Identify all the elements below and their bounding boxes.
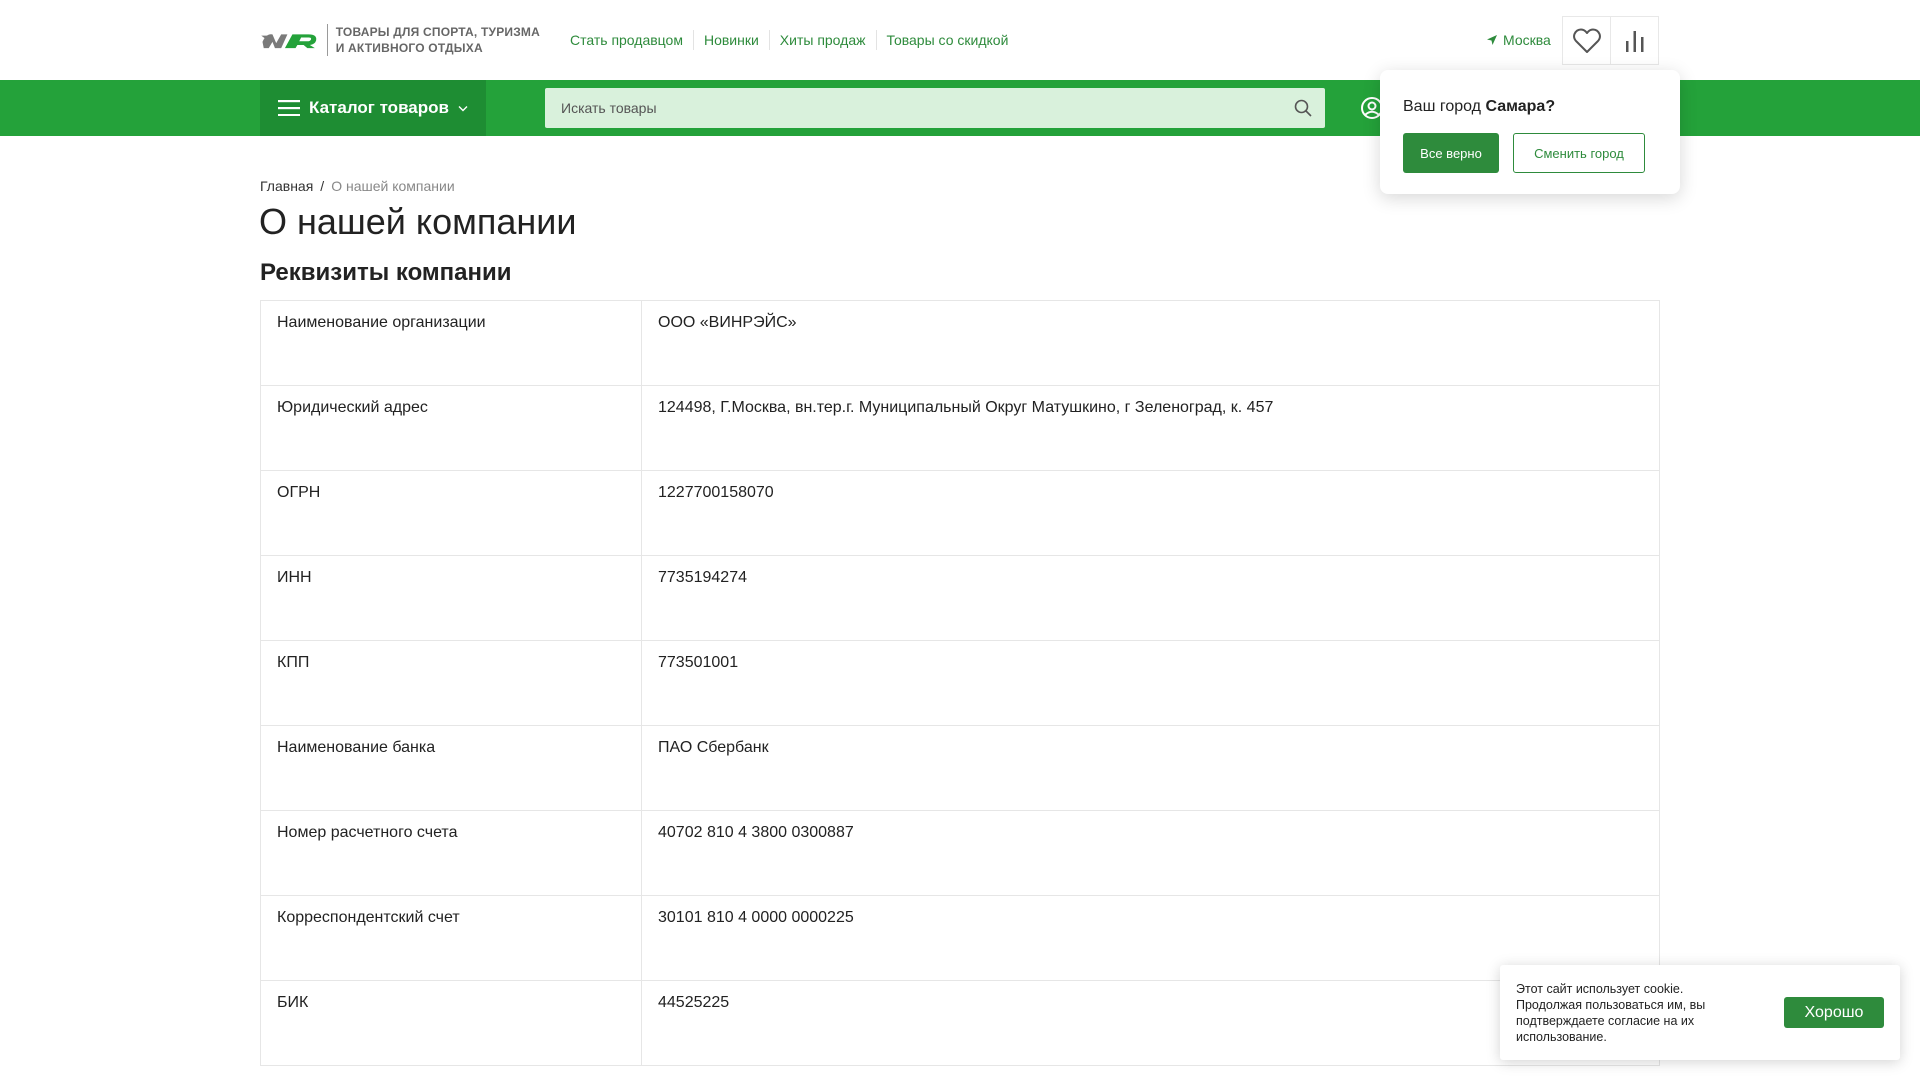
hamburger-icon	[278, 100, 300, 116]
row-key: ОГРН	[260, 470, 642, 556]
table-row: Наименование организации ООО «ВИНРЭЙС»	[260, 300, 1660, 386]
breadcrumb-current: О нашей компании	[331, 178, 455, 194]
city-selector[interactable]: Москва	[1486, 30, 1551, 50]
row-key: КПП	[260, 640, 642, 726]
requisites-table: Наименование организации ООО «ВИНРЭЙС» Ю…	[260, 300, 1660, 1066]
row-key: Наименование организации	[260, 300, 642, 386]
section-title: Реквизиты компании	[260, 259, 512, 286]
compare-button[interactable]	[1610, 16, 1659, 65]
nav-link-discounts[interactable]: Товары со скидкой	[875, 30, 1019, 50]
row-value: ПАО Сбербанк	[641, 725, 1660, 811]
row-key: Юридический адрес	[260, 385, 642, 471]
search-box	[545, 88, 1325, 128]
search-input[interactable]	[545, 88, 1281, 128]
catalog-button[interactable]: Каталог товаров	[260, 80, 486, 136]
nav-link-new[interactable]: Новинки	[692, 30, 769, 50]
change-city-button[interactable]: Сменить город	[1513, 133, 1645, 173]
page-title: О нашей компании	[259, 201, 577, 242]
top-header: ТОВАРЫ ДЛЯ СПОРТА, ТУРИЗМА И АКТИВНОГО О…	[0, 0, 1920, 80]
favorites-button[interactable]	[1562, 16, 1611, 65]
location-arrow-icon	[1487, 35, 1497, 45]
row-key: Наименование банка	[260, 725, 642, 811]
cookie-text: Этот сайт использует cookie. Продолжая п…	[1516, 982, 1706, 1044]
city-question: Ваш город Самара?	[1403, 97, 1555, 117]
top-nav: Стать продавцом Новинки Хиты продаж Това…	[560, 30, 1018, 50]
table-row: Наименование банка ПАО Сбербанк	[260, 725, 1660, 811]
table-row: КПП 773501001	[260, 640, 1660, 726]
breadcrumb-separator: /	[320, 178, 325, 194]
nav-link-bestsellers[interactable]: Хиты продаж	[768, 30, 876, 50]
logo-divider	[327, 24, 328, 56]
bar-chart-icon	[1625, 30, 1643, 52]
site-logo[interactable]: ТОВАРЫ ДЛЯ СПОРТА, ТУРИЗМА И АКТИВНОГО О…	[260, 22, 540, 58]
table-row: Юридический адрес 124498, Г.Москва, вн.т…	[260, 385, 1660, 471]
table-row: БИК 44525225	[260, 980, 1660, 1066]
row-value: 124498, Г.Москва, вн.тер.г. Муниципальны…	[641, 385, 1660, 471]
table-row: Номер расчетного счета 40702 810 4 3800 …	[260, 810, 1660, 896]
cookie-accept-button[interactable]: Хорошо	[1784, 997, 1884, 1028]
breadcrumb: Главная / О нашей компании	[260, 178, 455, 194]
search-icon	[1294, 99, 1312, 117]
nav-link-become-seller[interactable]: Стать продавцом	[560, 30, 693, 50]
row-value: ООО «ВИНРЭЙС»	[641, 300, 1660, 386]
city-question-prefix: Ваш город	[1403, 98, 1482, 115]
confirm-city-button[interactable]: Все верно	[1403, 133, 1499, 173]
row-key: ИНН	[260, 555, 642, 641]
logo-mark-icon	[261, 34, 317, 49]
row-value: 40702 810 4 3800 0300887	[641, 810, 1660, 896]
row-value: 1227700158070	[641, 470, 1660, 556]
heart-icon	[1572, 28, 1601, 53]
row-key: Номер расчетного счета	[260, 810, 642, 896]
row-key: БИК	[260, 980, 642, 1066]
row-value: 7735194274	[641, 555, 1660, 641]
search-button[interactable]	[1281, 88, 1325, 128]
cookie-banner: Этот сайт использует cookie. Продолжая п…	[1500, 965, 1900, 1060]
table-row: ИНН 7735194274	[260, 555, 1660, 641]
catalog-label: Каталог товаров	[309, 98, 449, 117]
chevron-down-icon	[458, 105, 468, 111]
row-key: Корреспондентский счет	[260, 895, 642, 981]
city-confirm-popup: Ваш город Самара? Все верно Сменить горо…	[1380, 70, 1680, 194]
logo-tagline-line2: И АКТИВНОГО ОТДЫХА	[335, 41, 483, 55]
breadcrumb-home[interactable]: Главная	[260, 178, 313, 194]
city-name: Москва	[1503, 32, 1551, 48]
table-row: Корреспондентский счет 30101 810 4 0000 …	[260, 895, 1660, 981]
table-row: ОГРН 1227700158070	[260, 470, 1660, 556]
row-value: 773501001	[641, 640, 1660, 726]
logo-tagline: ТОВАРЫ ДЛЯ СПОРТА, ТУРИЗМА И АКТИВНОГО О…	[336, 24, 540, 56]
logo-tagline-line1: ТОВАРЫ ДЛЯ СПОРТА, ТУРИЗМА	[335, 25, 540, 39]
detected-city: Самара?	[1485, 98, 1556, 115]
